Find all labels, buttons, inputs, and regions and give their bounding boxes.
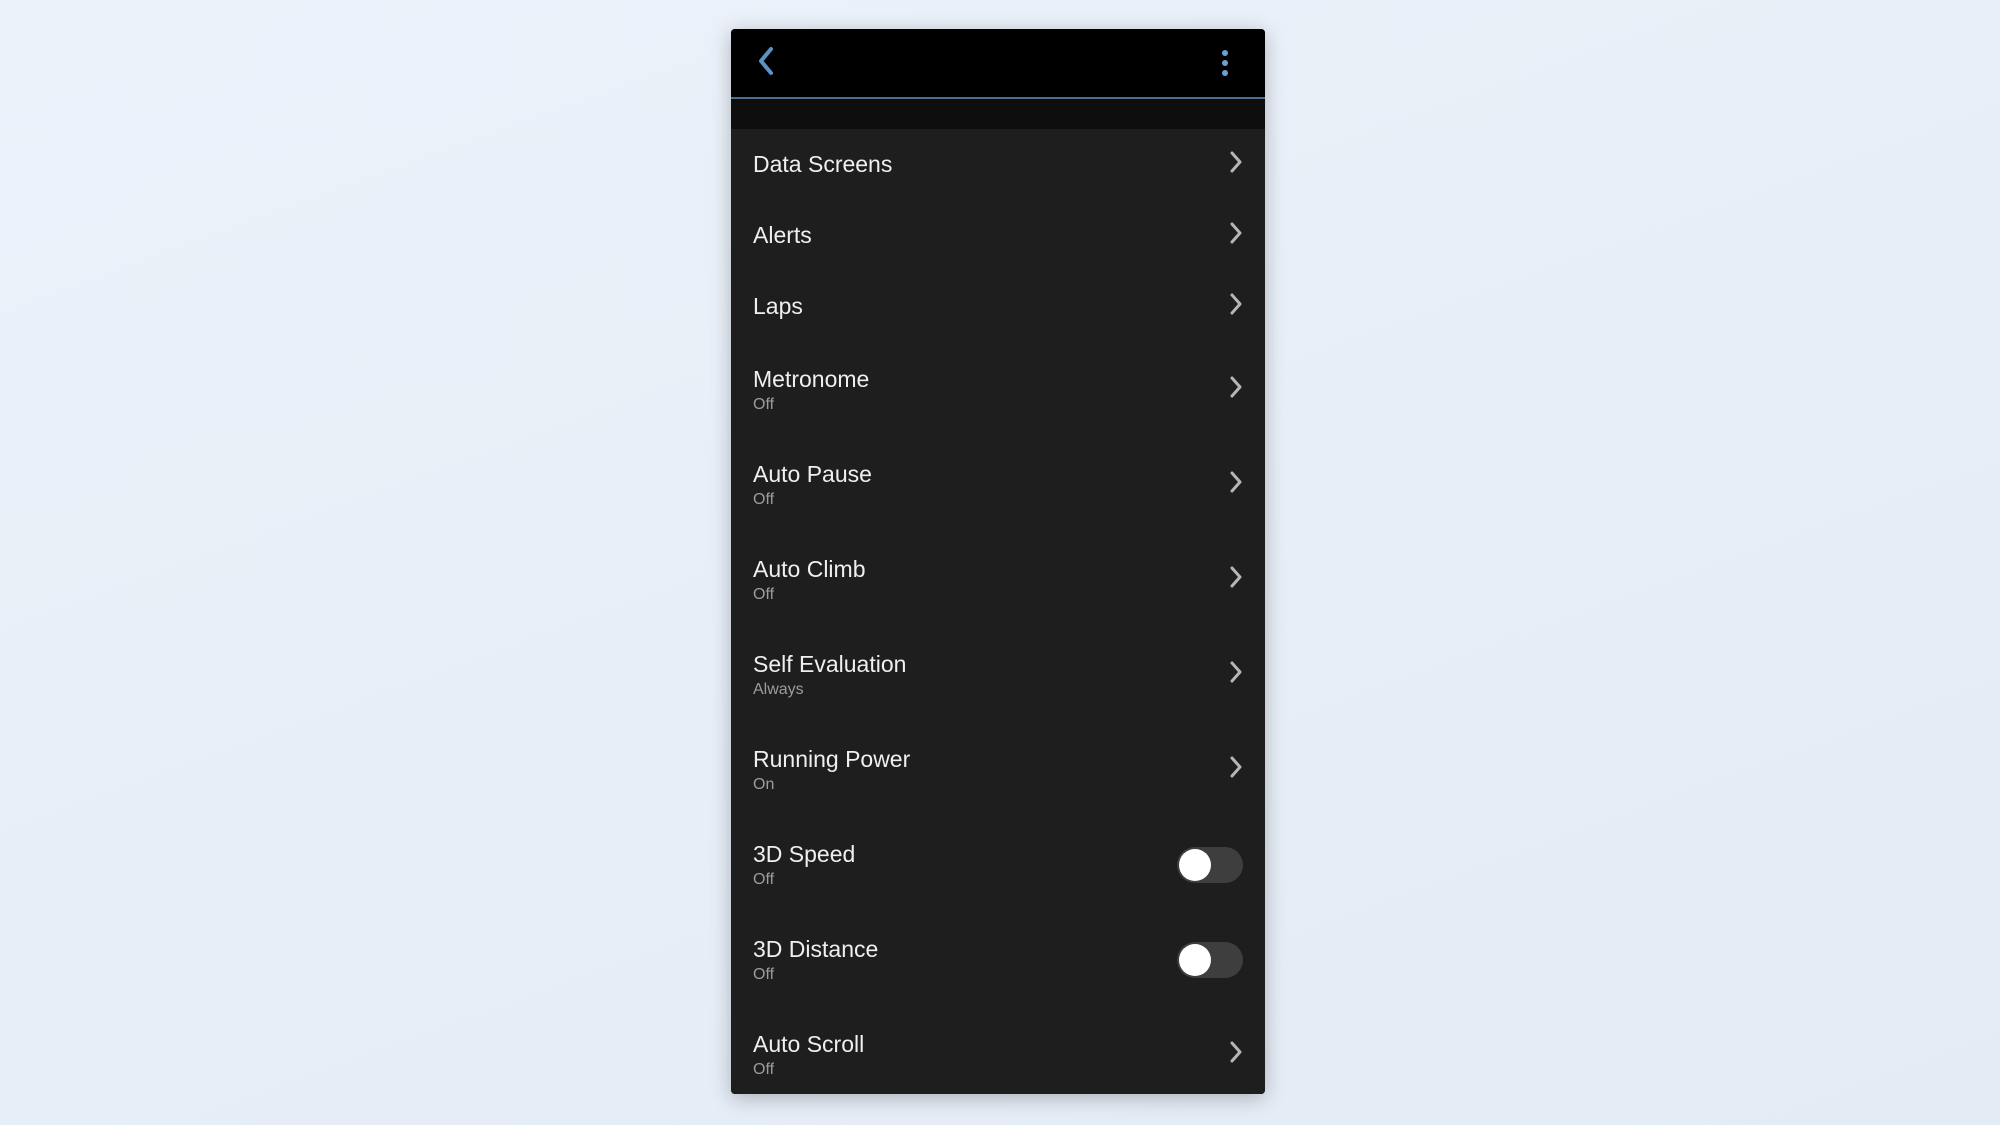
back-button[interactable] bbox=[749, 45, 785, 81]
chevron-right-icon bbox=[1229, 1041, 1243, 1068]
settings-list: Data Screens Alerts Laps Metrono bbox=[731, 129, 1265, 1094]
item-laps[interactable]: Laps bbox=[731, 271, 1265, 342]
chevron-left-icon bbox=[757, 46, 777, 81]
item-label: Metronome bbox=[753, 366, 869, 394]
item-metronome[interactable]: Metronome Off bbox=[731, 342, 1265, 437]
chevron-right-icon bbox=[1229, 661, 1243, 688]
overflow-menu-button[interactable] bbox=[1207, 45, 1243, 81]
item-label: Auto Scroll bbox=[753, 1031, 864, 1059]
item-auto-scroll[interactable]: Auto Scroll Off bbox=[731, 1007, 1265, 1094]
kebab-icon bbox=[1222, 48, 1228, 78]
item-label: 3D Speed bbox=[753, 841, 855, 869]
topbar bbox=[731, 29, 1265, 99]
toggle-knob bbox=[1179, 849, 1211, 881]
section-spacer bbox=[731, 99, 1265, 129]
item-auto-climb[interactable]: Auto Climb Off bbox=[731, 532, 1265, 627]
item-label: Alerts bbox=[753, 222, 812, 250]
chevron-right-icon bbox=[1229, 151, 1243, 178]
chevron-right-icon bbox=[1229, 222, 1243, 249]
item-self-evaluation[interactable]: Self Evaluation Always bbox=[731, 627, 1265, 722]
item-running-power[interactable]: Running Power On bbox=[731, 722, 1265, 817]
chevron-right-icon bbox=[1229, 756, 1243, 783]
item-alerts[interactable]: Alerts bbox=[731, 200, 1265, 271]
item-label: Auto Climb bbox=[753, 556, 865, 584]
item-subtitle: Off bbox=[753, 1061, 864, 1079]
item-label: Data Screens bbox=[753, 151, 892, 179]
settings-screen: Data Screens Alerts Laps Metrono bbox=[731, 29, 1265, 1094]
toggle-3d-distance[interactable] bbox=[1177, 942, 1243, 978]
chevron-right-icon bbox=[1229, 566, 1243, 593]
item-label: Running Power bbox=[753, 746, 910, 774]
item-subtitle: Off bbox=[753, 871, 855, 889]
item-label: Self Evaluation bbox=[753, 651, 906, 679]
item-data-screens[interactable]: Data Screens bbox=[731, 129, 1265, 200]
item-subtitle: On bbox=[753, 776, 910, 794]
item-label: Auto Pause bbox=[753, 461, 872, 489]
item-label: 3D Distance bbox=[753, 936, 878, 964]
toggle-knob bbox=[1179, 944, 1211, 976]
chevron-right-icon bbox=[1229, 376, 1243, 403]
item-subtitle: Always bbox=[753, 681, 906, 699]
chevron-right-icon bbox=[1229, 293, 1243, 320]
toggle-3d-speed[interactable] bbox=[1177, 847, 1243, 883]
item-subtitle: Off bbox=[753, 396, 869, 414]
item-subtitle: Off bbox=[753, 966, 878, 984]
item-label: Laps bbox=[753, 293, 803, 321]
item-3d-speed[interactable]: 3D Speed Off bbox=[731, 817, 1265, 912]
item-subtitle: Off bbox=[753, 586, 865, 604]
chevron-right-icon bbox=[1229, 471, 1243, 498]
item-3d-distance[interactable]: 3D Distance Off bbox=[731, 912, 1265, 1007]
item-subtitle: Off bbox=[753, 491, 872, 509]
item-auto-pause[interactable]: Auto Pause Off bbox=[731, 437, 1265, 532]
